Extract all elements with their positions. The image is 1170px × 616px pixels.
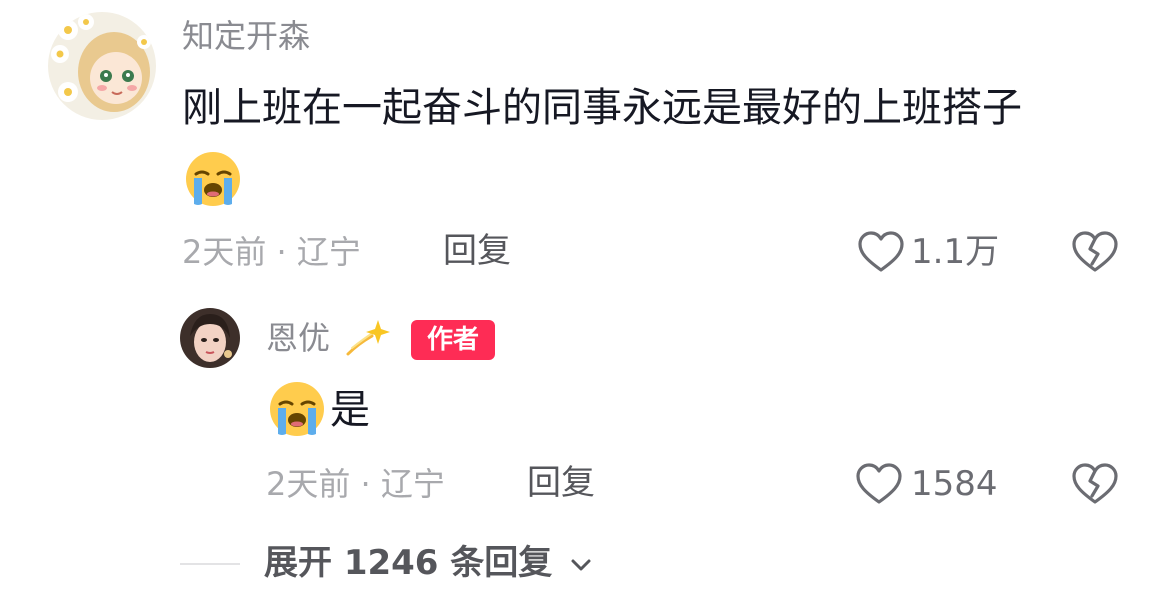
commenter-avatar[interactable] (48, 12, 156, 120)
commenter-avatar-image (48, 12, 156, 120)
reply-reply-button[interactable]: 回复 (527, 466, 595, 500)
reply-author-username[interactable]: 恩优 (266, 322, 330, 354)
reply-like-count: 1584 (911, 464, 998, 504)
broken-heart-icon[interactable] (1071, 462, 1119, 506)
reply-button[interactable]: 回复 (443, 234, 511, 268)
reply-meta: 2天前 · 辽宁 (266, 465, 445, 503)
heart-icon[interactable] (857, 230, 905, 274)
comment-text: 刚上班在一起奋斗的同事永远是最好的上班搭子 (182, 85, 1022, 131)
reply-author-avatar[interactable] (180, 308, 240, 368)
comment-meta: 2天前 · 辽宁 (182, 233, 361, 271)
broken-heart-icon[interactable] (1071, 230, 1119, 274)
dizzy-sparkle-icon (342, 314, 390, 362)
commenter-username[interactable]: 知定开森 (182, 20, 310, 52)
expand-divider (180, 563, 240, 565)
chevron-down-icon[interactable] (568, 552, 594, 578)
like-count: 1.1万 (911, 232, 1000, 272)
reply-author-avatar-image (180, 308, 240, 368)
expand-replies-button[interactable]: 展开 1246 条回复 (264, 546, 552, 580)
author-badge: 作者 (411, 320, 495, 360)
loudly-crying-face-icon (184, 150, 242, 208)
loudly-crying-face-icon (268, 380, 326, 438)
heart-icon[interactable] (855, 462, 903, 506)
reply-text: 是 (330, 387, 370, 433)
